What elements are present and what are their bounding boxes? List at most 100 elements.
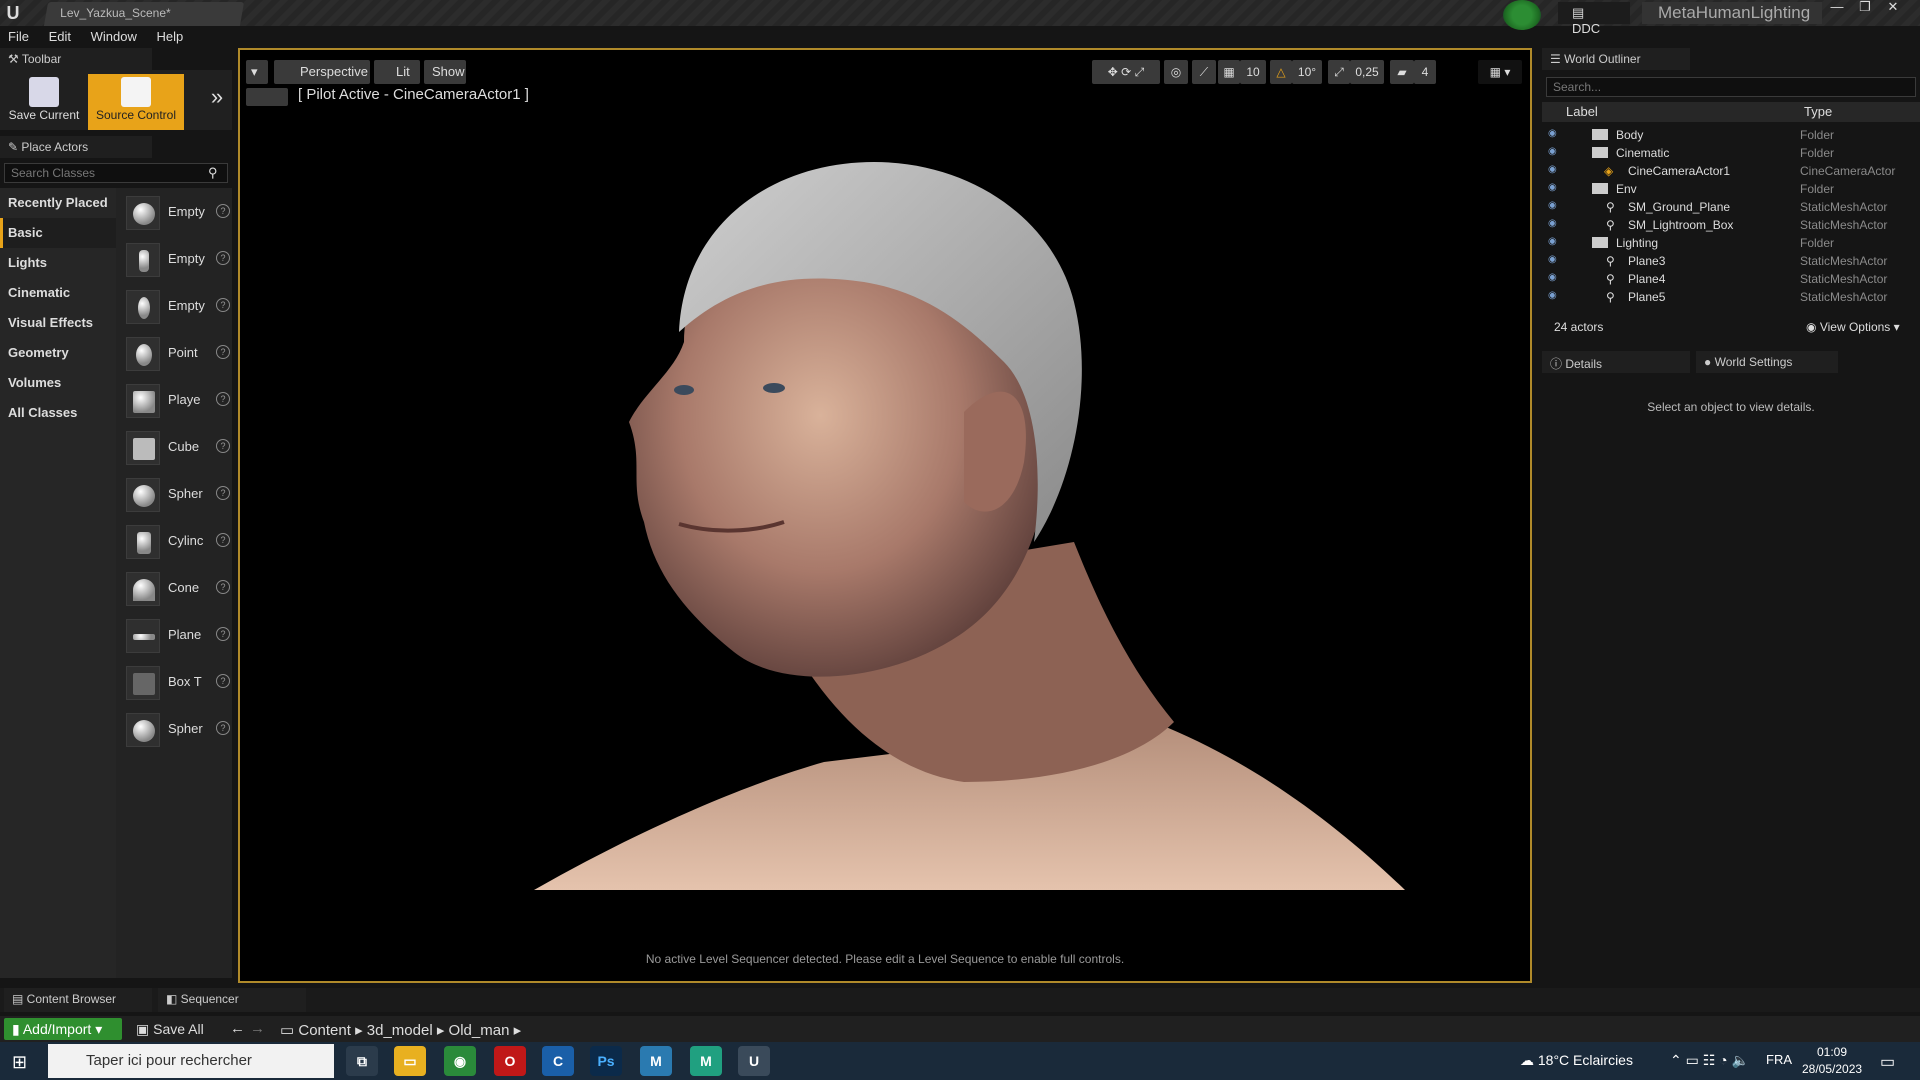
outliner-row[interactable]: ◉ ⚲ Plane5 StaticMeshActor — [1542, 288, 1902, 306]
help-icon[interactable]: ? — [216, 251, 230, 265]
surface-snap-icon[interactable]: ⟋ — [1192, 60, 1216, 84]
visibility-icon[interactable]: ◉ — [1548, 218, 1562, 230]
maximize-button[interactable]: ❐ — [1854, 0, 1876, 16]
save-all-button[interactable]: ▣ Save All — [132, 1018, 208, 1041]
outliner-row[interactable]: ◉ Lighting Folder — [1542, 234, 1902, 252]
actor-item[interactable]: Cube? — [124, 427, 230, 467]
help-icon[interactable]: ? — [216, 439, 230, 453]
visibility-icon[interactable]: ◉ — [1548, 236, 1562, 248]
category-recently-placed[interactable]: Recently Placed — [0, 188, 116, 218]
menu-help[interactable]: Help — [148, 26, 191, 47]
task-view-icon[interactable]: ⧉ — [346, 1046, 378, 1076]
breadcrumb-3d-model[interactable]: 3d_model — [367, 1022, 433, 1039]
category-lights[interactable]: Lights — [0, 248, 116, 278]
outliner-row[interactable]: ◉ ⚲ SM_Lightroom_Box StaticMeshActor — [1542, 216, 1902, 234]
input-language[interactable]: FRA — [1766, 1052, 1792, 1067]
eject-pilot-icon[interactable] — [246, 88, 288, 106]
visibility-icon[interactable]: ◉ — [1548, 146, 1562, 158]
expand-toolbar-icon[interactable]: » — [204, 84, 230, 114]
grid-snap-icon[interactable]: ▦ — [1218, 60, 1240, 84]
outliner-row[interactable]: ◉ ⚲ Plane3 StaticMeshActor — [1542, 252, 1902, 270]
rotation-snap-icon[interactable]: △ — [1270, 60, 1292, 84]
visibility-icon[interactable]: ◉ — [1548, 272, 1562, 284]
menu-file[interactable]: File — [0, 26, 37, 47]
source-control-status-icon[interactable] — [1503, 0, 1541, 30]
help-icon[interactable]: ? — [216, 533, 230, 547]
content-browser-tab[interactable]: ▤ Content Browser — [4, 988, 152, 1012]
mixer-icon[interactable]: M — [690, 1046, 722, 1076]
actor-item[interactable]: Empty? — [124, 192, 230, 232]
scale-snap-icon[interactable]: ⤢ — [1328, 60, 1350, 84]
help-icon[interactable]: ? — [216, 204, 230, 218]
opera-icon[interactable]: O — [494, 1046, 526, 1076]
actor-item[interactable]: Point? — [124, 333, 230, 373]
actor-item[interactable]: Empty? — [124, 239, 230, 279]
metahuman-icon[interactable]: M — [640, 1046, 672, 1076]
sequencer-tab[interactable]: ◧ Sequencer — [158, 988, 306, 1012]
outliner-row[interactable]: ◉ ⚲ Plane4 StaticMeshActor — [1542, 270, 1902, 288]
file-explorer-icon[interactable]: ▭ — [394, 1046, 426, 1076]
weather-widget[interactable]: ☁ 18°C Eclaircies — [1520, 1052, 1633, 1069]
breadcrumb-old-man[interactable]: Old_man — [449, 1022, 510, 1039]
perspective-button[interactable]: Perspective — [274, 60, 370, 84]
rotation-snap-value[interactable]: 10° — [1292, 60, 1322, 84]
actor-item[interactable]: Empty? — [124, 286, 230, 326]
show-button[interactable]: Show — [424, 60, 466, 84]
level-tab[interactable]: Lev_Yazkua_Scene* — [43, 2, 245, 26]
actor-item[interactable]: Cylinc? — [124, 521, 230, 561]
unreal-logo-icon[interactable]: U — [2, 2, 24, 24]
photoshop-icon[interactable]: Ps — [590, 1046, 622, 1076]
close-button[interactable]: ✕ — [1882, 0, 1904, 16]
tray-icons[interactable]: ⌃ ▭ ☷ ◔ 🔈 — [1670, 1052, 1749, 1069]
world-outliner-tab[interactable]: ☰ World Outliner — [1542, 48, 1690, 70]
unreal-engine-icon[interactable]: U — [738, 1046, 770, 1076]
world-local-icon[interactable]: ◎ — [1164, 60, 1188, 84]
category-geometry[interactable]: Geometry — [0, 338, 116, 368]
help-icon[interactable]: ? — [216, 627, 230, 641]
menu-window[interactable]: Window — [83, 26, 145, 47]
outliner-row[interactable]: ◉ Env Folder — [1542, 180, 1902, 198]
visibility-icon[interactable]: ◉ — [1548, 290, 1562, 302]
label-column-header[interactable]: Label — [1566, 104, 1598, 119]
outliner-row[interactable]: ◉ ◈ CineCameraActor1 CineCameraActor — [1542, 162, 1902, 180]
save-current-button[interactable]: Save Current — [2, 74, 86, 130]
category-cinematic[interactable]: Cinematic — [0, 278, 116, 308]
windows-start-icon[interactable]: ⊞ — [12, 1052, 34, 1072]
help-icon[interactable]: ? — [216, 721, 230, 735]
visibility-icon[interactable]: ◉ — [1548, 164, 1562, 176]
clock[interactable]: 01:09 28/05/2023 — [1802, 1044, 1862, 1078]
add-import-button[interactable]: ▮ Add/Import ▾ — [4, 1018, 122, 1040]
scale-snap-value[interactable]: 0,25 — [1350, 60, 1384, 84]
actor-item[interactable]: Spher? — [124, 709, 230, 749]
outliner-row[interactable]: ◉ ⚲ SM_Ground_Plane StaticMeshActor — [1542, 198, 1902, 216]
details-tab[interactable]: ⓘ Details — [1542, 351, 1690, 373]
ddc-button[interactable]: ▤ DDC — [1558, 2, 1630, 36]
help-icon[interactable]: ? — [216, 392, 230, 406]
level-viewport[interactable]: ▾ Perspective Lit Show ✥ ⟳ ⤢ ◎ ⟋ ▦ 10 △ … — [238, 48, 1532, 983]
toolbar-tab[interactable]: ⚒ Toolbar — [0, 48, 152, 70]
help-icon[interactable]: ? — [216, 486, 230, 500]
type-column-header[interactable]: Type — [1804, 104, 1832, 119]
outliner-row[interactable]: ◉ Cinematic Folder — [1542, 144, 1902, 162]
visibility-icon[interactable]: ◉ — [1548, 254, 1562, 266]
actor-item[interactable]: Box T? — [124, 662, 230, 702]
notifications-icon[interactable]: ▭ — [1880, 1052, 1895, 1072]
help-icon[interactable]: ? — [216, 298, 230, 312]
minimize-button[interactable]: — — [1826, 0, 1848, 16]
grid-snap-value[interactable]: 10 — [1240, 60, 1266, 84]
outliner-search-input[interactable]: Search... — [1546, 77, 1916, 97]
actor-item[interactable]: Plane? — [124, 615, 230, 655]
menu-edit[interactable]: Edit — [41, 26, 79, 47]
help-icon[interactable]: ? — [216, 580, 230, 594]
world-settings-tab[interactable]: ● World Settings — [1696, 351, 1838, 373]
lit-button[interactable]: Lit — [374, 60, 420, 84]
viewport-options-button[interactable]: ▾ — [246, 60, 268, 84]
camera-speed-icon[interactable]: ▰ — [1390, 60, 1414, 84]
help-icon[interactable]: ? — [216, 674, 230, 688]
search-classes-input[interactable]: Search Classes — [4, 163, 228, 183]
help-icon[interactable]: ? — [216, 345, 230, 359]
visibility-icon[interactable]: ◉ — [1548, 182, 1562, 194]
outliner-row[interactable]: ◉ Body Folder — [1542, 126, 1902, 144]
visibility-icon[interactable]: ◉ — [1548, 128, 1562, 140]
source-control-button[interactable]: Source Control — [88, 74, 184, 130]
